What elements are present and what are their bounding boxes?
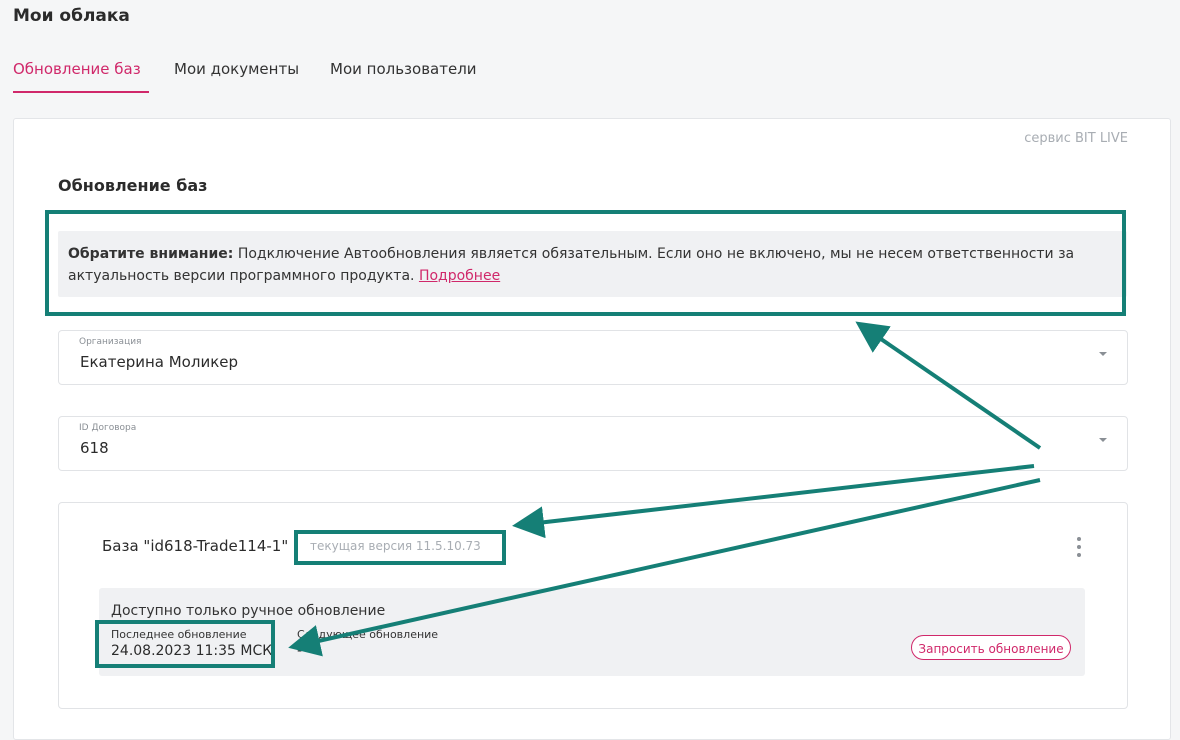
update-info-box: Доступно только ручное обновление Послед… xyxy=(99,588,1085,676)
database-name: База "id618-Trade114-1" xyxy=(102,537,289,555)
tab-my-users[interactable]: Мои пользователи xyxy=(330,60,477,78)
organization-select[interactable]: Организация Екатерина Моликер xyxy=(58,330,1128,385)
more-link[interactable]: Подробнее xyxy=(419,268,500,284)
contract-id-select[interactable]: ID Договора 618 xyxy=(58,416,1128,471)
tab-my-documents[interactable]: Мои документы xyxy=(174,60,299,78)
organization-label: Организация xyxy=(79,337,142,347)
contract-id-value: 618 xyxy=(80,439,109,457)
next-update-label: Следующее обновление xyxy=(297,628,439,641)
database-card: База "id618-Trade114-1" текущая версия 1… xyxy=(58,502,1128,709)
page-title: Мои облака xyxy=(13,6,130,26)
last-update-value: 24.08.2023 11:35 МСК xyxy=(111,643,273,659)
chevron-down-icon xyxy=(1099,438,1107,442)
contract-id-label: ID Договора xyxy=(79,423,137,433)
notice-text: Обратите внимание: Подключение Автообнов… xyxy=(68,243,1108,287)
chevron-down-icon xyxy=(1099,352,1107,356)
service-label: сервис BIT LIVE xyxy=(1024,131,1128,146)
tab-database-updates[interactable]: Обновление баз xyxy=(13,60,141,78)
content-card: сервис BIT LIVE Обновление баз Обратите … xyxy=(13,118,1171,740)
more-vertical-icon[interactable] xyxy=(1075,537,1083,559)
active-tab-indicator xyxy=(13,91,149,93)
notice-bold: Обратите внимание: xyxy=(68,246,234,262)
last-update-label: Последнее обновление xyxy=(111,628,247,641)
organization-value: Екатерина Моликер xyxy=(80,353,238,371)
request-update-button[interactable]: Запросить обновление xyxy=(911,635,1071,660)
notice-banner: Обратите внимание: Подключение Автообнов… xyxy=(58,231,1127,297)
section-title: Обновление баз xyxy=(58,176,208,195)
manual-update-text: Доступно только ручное обновление xyxy=(111,603,386,619)
next-update-value: - xyxy=(297,643,303,659)
database-version: текущая версия 11.5.10.73 xyxy=(310,539,481,553)
